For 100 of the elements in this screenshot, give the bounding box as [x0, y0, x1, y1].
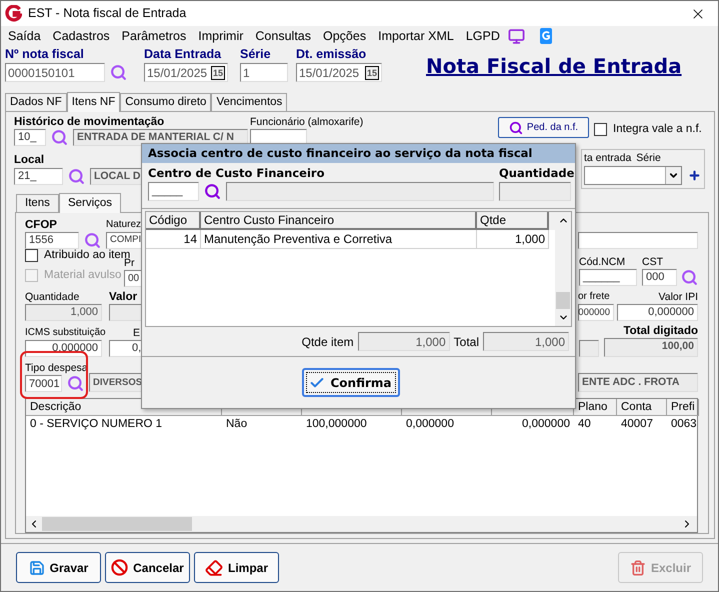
field-label: Local [14, 154, 46, 166]
table-cell: 1,000 [477, 230, 549, 249]
menu-item[interactable]: Imprimir [192, 26, 250, 46]
scrollbar-thumb[interactable] [556, 292, 570, 309]
input-field[interactable]: 000 [642, 268, 677, 286]
checkbox[interactable] [25, 249, 38, 262]
confirm-button[interactable]: Confirma [302, 368, 400, 397]
search-icon[interactable] [204, 183, 221, 200]
field-label: Naturez [106, 218, 140, 231]
scrollbar-thumb[interactable] [42, 516, 192, 531]
order-button[interactable]: Ped. da n.f. [498, 117, 589, 138]
menu-item[interactable]: Cadastros [46, 26, 116, 46]
table-cell: Manutenção Preventiva e Corretiva [201, 230, 477, 249]
field-label: Série [240, 46, 272, 62]
checkbox[interactable] [594, 123, 607, 136]
input-field[interactable]: 21_ [14, 168, 63, 185]
field-label: Histórico de movimentação [14, 116, 166, 128]
input-field[interactable]: _____ [148, 182, 199, 201]
calendar-button[interactable]: 15 [364, 66, 379, 80]
menu-item[interactable]: Consultas [249, 26, 317, 46]
input-field[interactable] [499, 182, 571, 201]
input-field[interactable] [226, 182, 494, 201]
menu-item[interactable]: Importar XML [372, 26, 460, 46]
field-label: Série [636, 152, 661, 164]
plus-icon[interactable] [688, 169, 701, 182]
input-field[interactable]: 15/01/2025 15 [144, 63, 228, 82]
field-label: CST [642, 256, 664, 268]
field-label: Valor IPI [658, 291, 698, 304]
column-header[interactable]: Prefi [667, 399, 699, 416]
input-field[interactable]: 1,000 [25, 304, 102, 322]
input-field[interactable]: 0,000000 [617, 304, 698, 322]
search-icon[interactable] [84, 232, 101, 249]
table-cell-text: 40 [577, 417, 592, 432]
page-heading: Nota Fiscal de Entrada [426, 53, 682, 79]
column-header[interactable]: Qtde [477, 212, 549, 230]
search-icon[interactable] [67, 375, 84, 392]
column-header[interactable]: Código [146, 212, 201, 230]
trash-icon [630, 560, 646, 576]
input-field[interactable]: 100,00 [604, 338, 698, 357]
field-label: CFOP [25, 218, 58, 231]
input-field[interactable]: ______ [579, 268, 637, 286]
field-label: Data Entrada [144, 46, 222, 62]
action-button[interactable]: Limpar [194, 552, 279, 583]
field-label: Quantidade [25, 291, 80, 304]
field-label: Qtde item [302, 334, 354, 350]
input-field[interactable]: 1556 [25, 232, 79, 249]
input-field[interactable]: 15/01/2025 15 [296, 63, 382, 82]
eraser-icon [204, 558, 223, 576]
field-label: Dt. emissão [296, 46, 368, 62]
window-title: EST - Nota fiscal de Entrada [28, 5, 186, 22]
input-field[interactable]: ENTE ADC . FROTA [578, 373, 698, 392]
search-icon[interactable] [681, 268, 698, 286]
tab[interactable]: Dados NF [5, 93, 67, 111]
column-header[interactable]: Conta [617, 399, 667, 416]
dropdown[interactable] [584, 166, 682, 185]
field-label: Quantidade [499, 164, 574, 182]
input-field[interactable]: 10_ [14, 129, 46, 146]
table-cell-text: Não [225, 417, 248, 432]
field-label: Total [454, 334, 479, 350]
tab[interactable]: Itens NF [66, 92, 120, 112]
monitor-icon[interactable] [508, 28, 525, 44]
table-cell: 14 [146, 230, 201, 249]
input-field[interactable]: 70001 [25, 375, 62, 392]
prohibited-icon [111, 559, 128, 576]
field-label: E [133, 326, 142, 339]
table-cell-text: 0,000000 [521, 417, 571, 432]
search-icon[interactable] [68, 168, 85, 185]
field-label: Nº nota fiscal [5, 46, 85, 62]
field-label: Funcionário (almoxarife) [250, 116, 364, 128]
floppy-icon [28, 560, 45, 576]
input-field[interactable] [578, 232, 698, 249]
calendar-button[interactable]: 15 [210, 66, 225, 80]
tab[interactable]: Consumo direto [120, 93, 212, 111]
menu-item[interactable]: Saída [2, 26, 47, 46]
table-cell-text: 0,000000 [405, 417, 455, 432]
action-button[interactable]: Cancelar [105, 552, 190, 583]
search-icon [508, 120, 523, 134]
input-field[interactable]: 0000150101 [5, 63, 105, 82]
action-button[interactable]: Gravar [16, 552, 101, 583]
search-icon[interactable] [110, 64, 127, 81]
tab[interactable]: Serviços [58, 193, 122, 213]
checkbox-label: Material avulso [44, 268, 122, 284]
input-field[interactable]: 1,000 [358, 332, 450, 351]
book-icon[interactable] [538, 28, 553, 44]
field-label: Valor [109, 291, 138, 304]
menu-item[interactable]: LGPD [460, 26, 506, 46]
search-icon[interactable] [51, 129, 68, 146]
column-header[interactable]: Centro Custo Financeiro [201, 212, 477, 230]
input-field[interactable]: 1 [240, 63, 288, 82]
tab[interactable]: Vencimentos [211, 93, 288, 111]
field-label: or frete [578, 291, 611, 304]
field-label: Total digitado [623, 324, 698, 337]
table-cell-text: 100,000000 [305, 417, 368, 432]
menu-item[interactable]: Parâmetros [116, 26, 192, 46]
table-cell-text: 40007 [620, 417, 654, 432]
input-field[interactable] [579, 340, 599, 357]
tab[interactable]: Itens [16, 194, 59, 212]
input-field[interactable]: 1,000 [483, 332, 569, 351]
menu-item[interactable]: Opções [317, 26, 372, 46]
table-cell-text: 0063 [670, 417, 698, 432]
